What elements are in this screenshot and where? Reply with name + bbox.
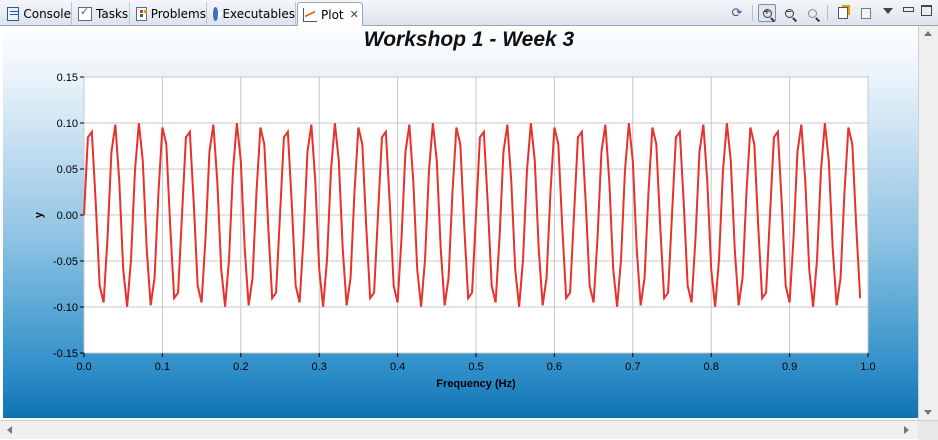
x-tick-label: 0.8 [704,361,719,373]
y-tick-label: -0.05 [53,256,78,268]
vertical-scrollbar[interactable] [918,26,938,420]
x-tick-label: 1.0 [860,361,875,373]
y-tick-label: 0.15 [57,72,78,84]
scroll-down-icon[interactable] [924,410,932,415]
y-tick-label: 0.10 [57,118,78,130]
x-tick-label: 0.5 [468,361,483,373]
x-tick-label: 0.7 [625,361,640,373]
scroll-up-icon[interactable] [924,31,932,36]
line-chart[interactable]: 0.0 0.1 0.2 0.3 0.4 0.5 0.6 0.7 0.8 0.9 1.0 0.15 0.1… [0,0,938,420]
scroll-left-icon[interactable] [7,426,12,434]
y-tick-label: 0.05 [57,164,78,176]
y-tick-label: -0.10 [53,302,78,314]
x-tick-label: 0.4 [390,361,405,373]
x-axis-label: Frequency (Hz) [436,378,516,390]
x-tick-label: 0.3 [312,361,327,373]
x-tick-label: 0.2 [233,361,248,373]
x-tick-label: 0.6 [547,361,562,373]
x-tick-label: 0.0 [76,361,91,373]
horizontal-scrollbar[interactable] [0,420,938,440]
y-tick-label: 0.00 [57,210,78,222]
y-tick-label: -0.15 [53,348,78,360]
scrollbar-corner [918,421,938,440]
y-axis-label: y [33,211,45,218]
scroll-right-icon[interactable] [904,426,909,434]
x-tick-label: 0.9 [782,361,797,373]
x-tick-label: 0.1 [155,361,170,373]
